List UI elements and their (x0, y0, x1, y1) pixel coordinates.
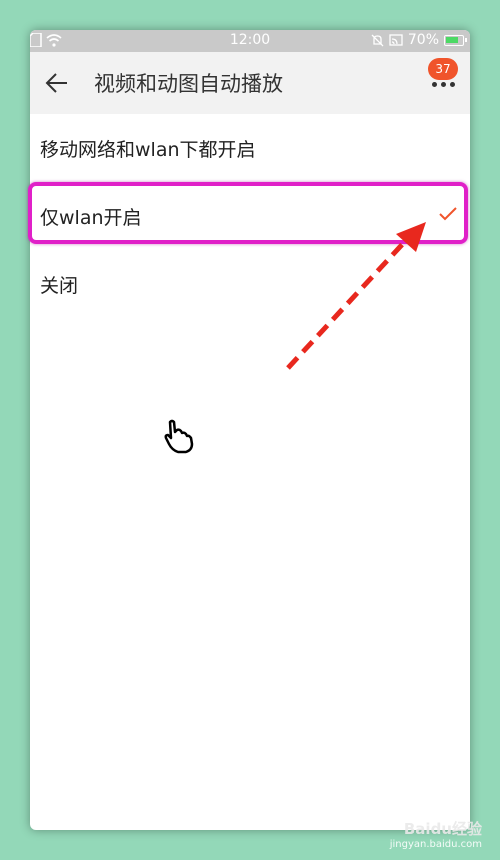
more-dot-icon (449, 81, 455, 87)
option-mobile-and-wlan[interactable]: 移动网络和wlan下都开启 (30, 114, 470, 182)
back-button[interactable] (40, 66, 74, 100)
toolbar: 视频和动图自动播放 37 (30, 52, 470, 114)
status-bar: 12:00 70% (30, 30, 470, 52)
back-arrow-icon (45, 73, 67, 93)
battery-percent: 70% (407, 32, 439, 48)
option-label: 关闭 (40, 275, 79, 297)
more-dot-icon (431, 81, 437, 87)
notification-badge: 37 (428, 58, 458, 80)
watermark-url: jingyan.baidu.com (389, 839, 482, 850)
watermark: Baidu经验 jingyan.baidu.com (390, 818, 482, 850)
watermark-logo: Baidu经验 (403, 820, 482, 838)
battery-icon (444, 34, 467, 46)
cast-icon (389, 34, 403, 46)
more-dot-icon (440, 81, 446, 87)
mute-icon (371, 34, 384, 46)
option-off[interactable]: 关闭 (30, 250, 470, 318)
phone-screen: 12:00 70% 视频和动图自动播放 37 移动网络和wlan下都开启 仅wl… (30, 30, 470, 830)
option-label: 仅wlan开启 (40, 207, 142, 229)
status-right-icons: 70% (371, 32, 467, 48)
options-list: 移动网络和wlan下都开启 仅wlan开启 关闭 (30, 114, 470, 318)
option-label: 移动网络和wlan下都开启 (40, 139, 256, 161)
page-title: 视频和动图自动播放 (94, 72, 283, 96)
option-wlan-only[interactable]: 仅wlan开启 (30, 182, 470, 250)
checkmark-icon (439, 207, 457, 221)
